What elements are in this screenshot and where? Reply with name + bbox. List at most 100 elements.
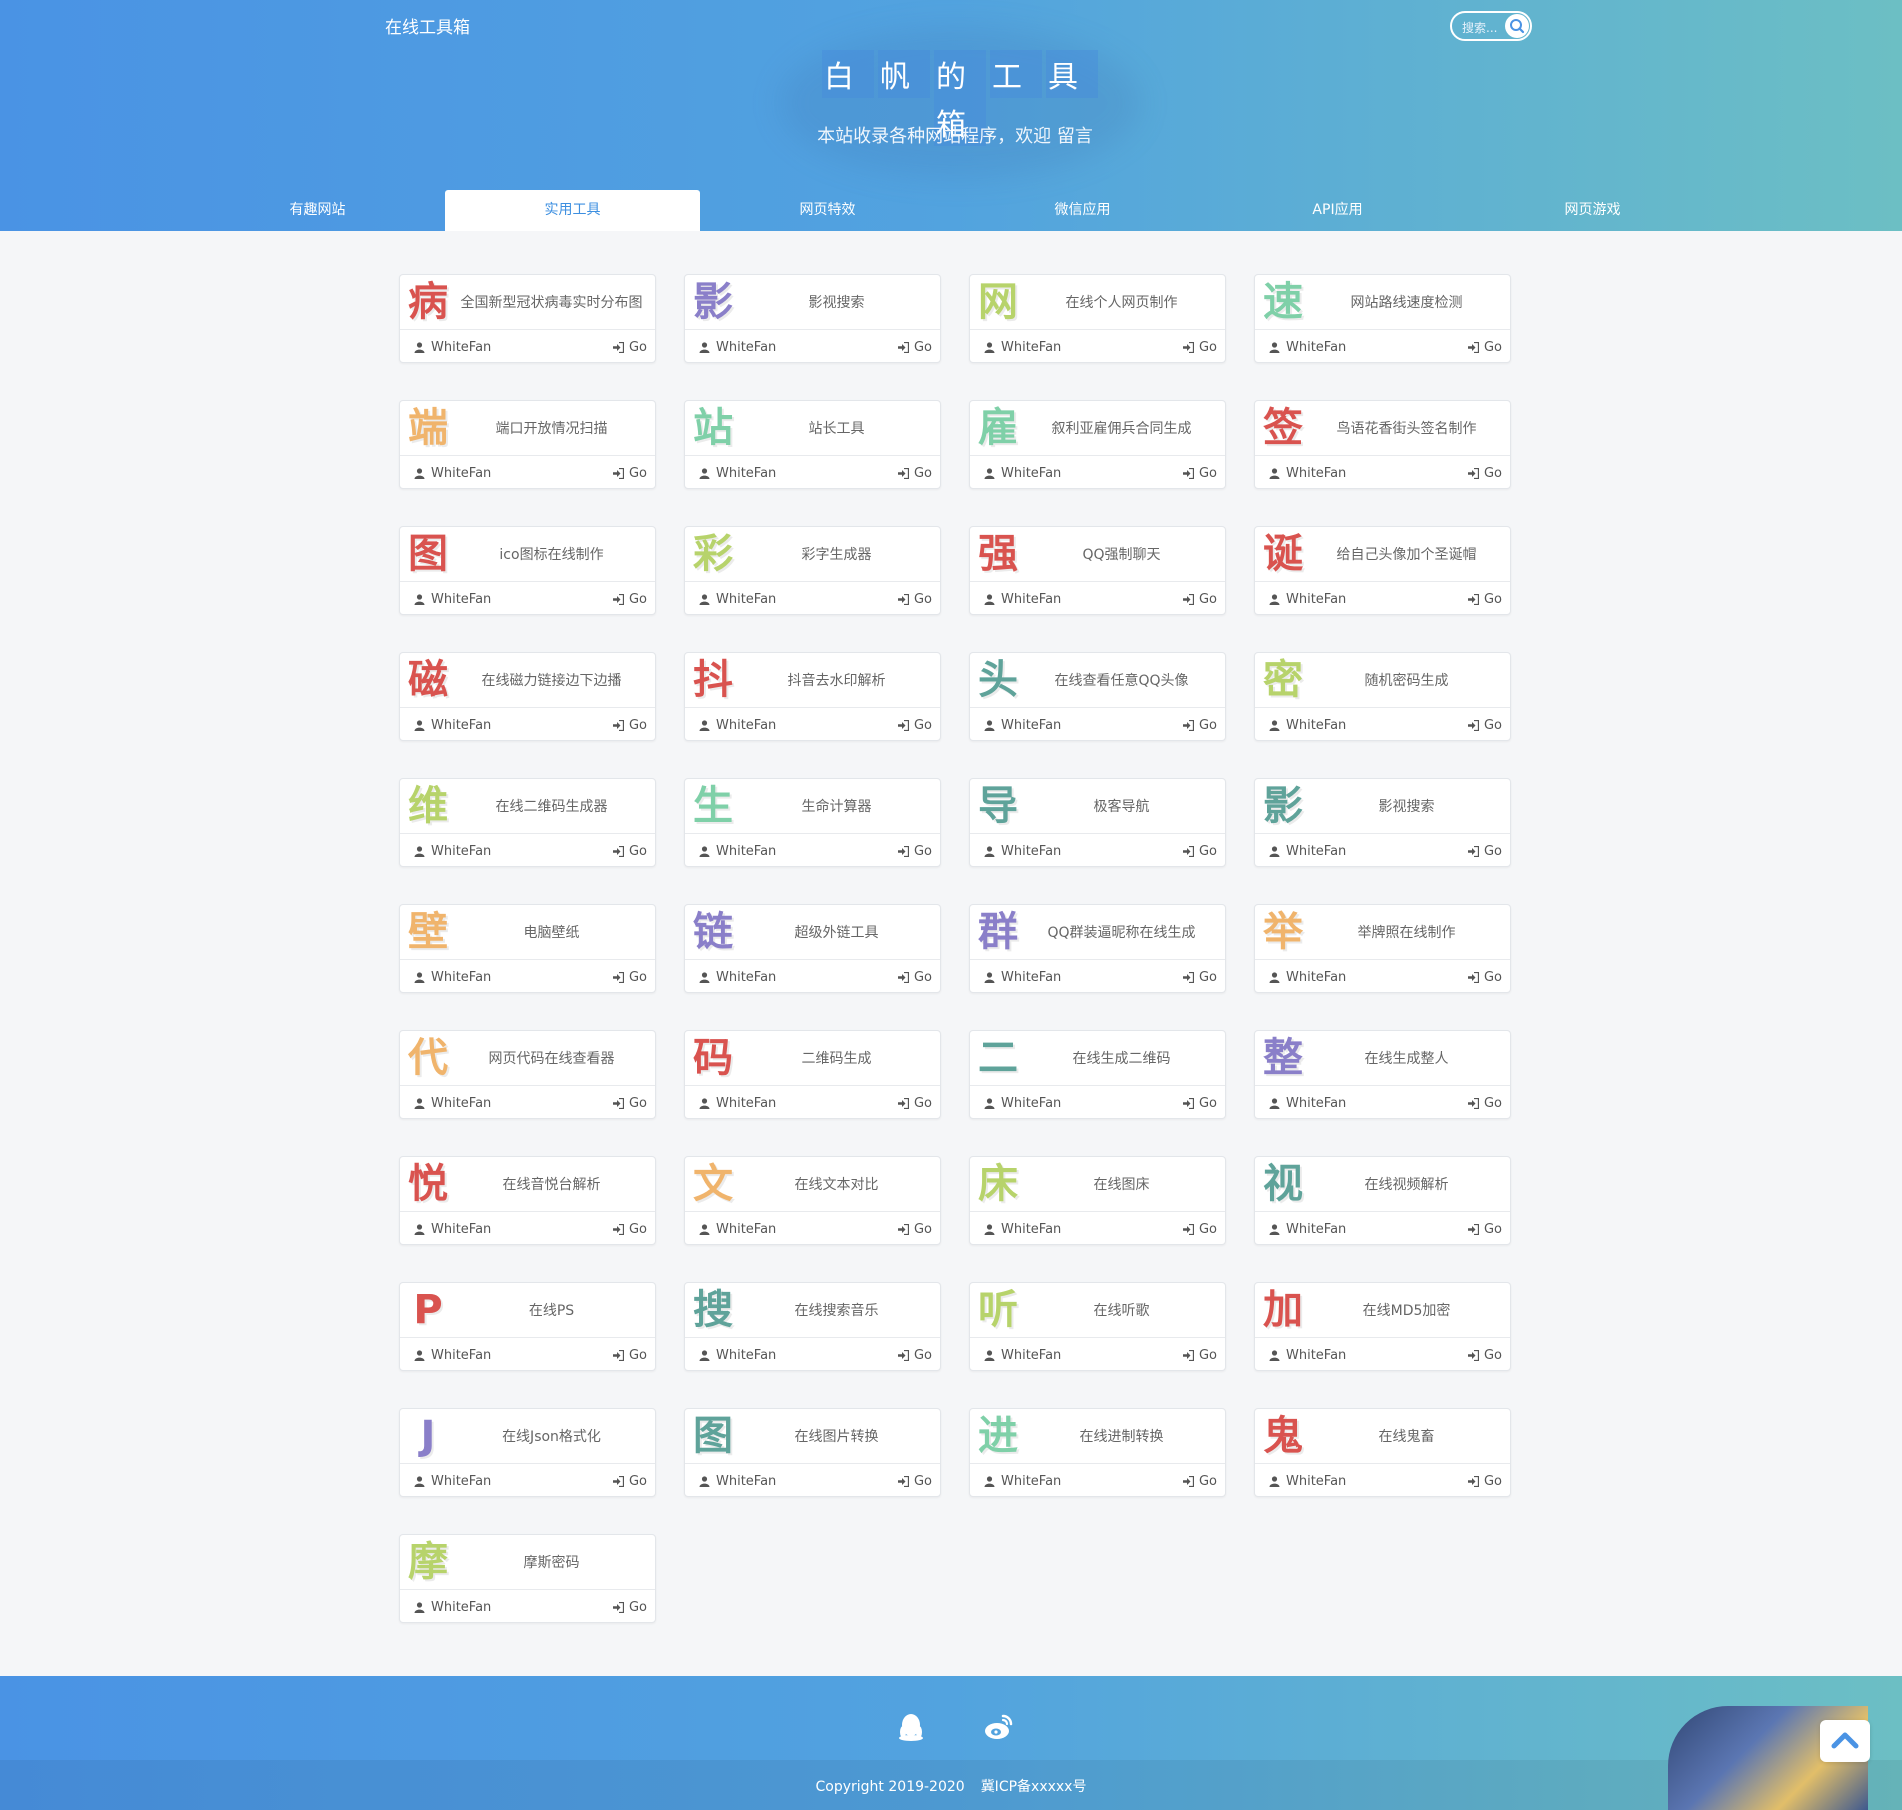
go-button[interactable]: Go bbox=[612, 970, 647, 985]
go-button[interactable]: Go bbox=[897, 466, 932, 481]
card-title[interactable]: 超级外链工具 bbox=[741, 922, 940, 942]
tool-card[interactable]: 头在线查看任意QQ头像 WhiteFan Go bbox=[969, 652, 1226, 741]
card-title[interactable]: 举牌照在线制作 bbox=[1311, 922, 1510, 942]
go-button[interactable]: Go bbox=[612, 1096, 647, 1111]
tool-card[interactable]: 签鸟语花香街头签名制作 WhiteFan Go bbox=[1254, 400, 1511, 489]
tool-card[interactable]: 整在线生成整人 WhiteFan Go bbox=[1254, 1030, 1511, 1119]
go-button[interactable]: Go bbox=[1182, 970, 1217, 985]
tool-card[interactable]: 床在线图床 WhiteFan Go bbox=[969, 1156, 1226, 1245]
tab-5[interactable]: API应用 bbox=[1210, 190, 1465, 231]
go-button[interactable]: Go bbox=[1182, 340, 1217, 355]
go-button[interactable]: Go bbox=[612, 844, 647, 859]
card-title[interactable]: QQ群装逼昵称在线生成 bbox=[1026, 922, 1225, 942]
go-button[interactable]: Go bbox=[897, 592, 932, 607]
tool-card[interactable]: 进在线进制转换 WhiteFan Go bbox=[969, 1408, 1226, 1497]
go-button[interactable]: Go bbox=[1467, 592, 1502, 607]
tool-card[interactable]: 码二维码生成 WhiteFan Go bbox=[684, 1030, 941, 1119]
card-title[interactable]: 在线视频解析 bbox=[1311, 1174, 1510, 1194]
tool-card[interactable]: 磁在线磁力链接边下边播 WhiteFan Go bbox=[399, 652, 656, 741]
tool-card[interactable]: J 在线Json格式化 WhiteFan Go bbox=[399, 1408, 656, 1497]
go-button[interactable]: Go bbox=[897, 340, 932, 355]
back-to-top-button[interactable] bbox=[1820, 1720, 1870, 1762]
card-title[interactable]: 二维码生成 bbox=[741, 1048, 940, 1068]
card-title[interactable]: 在线个人网页制作 bbox=[1026, 292, 1225, 312]
go-button[interactable]: Go bbox=[1182, 844, 1217, 859]
card-title[interactable]: 生命计算器 bbox=[741, 796, 940, 816]
tool-card[interactable]: 举举牌照在线制作 WhiteFan Go bbox=[1254, 904, 1511, 993]
tool-card[interactable]: 摩摩斯密码 WhiteFan Go bbox=[399, 1534, 656, 1623]
tool-card[interactable]: 影影视搜索 WhiteFan Go bbox=[684, 274, 941, 363]
tool-card[interactable]: 加在线MD5加密 WhiteFan Go bbox=[1254, 1282, 1511, 1371]
tab-2[interactable]: 实用工具 bbox=[445, 190, 700, 231]
go-button[interactable]: Go bbox=[612, 592, 647, 607]
card-title[interactable]: 摩斯密码 bbox=[456, 1552, 655, 1572]
go-button[interactable]: Go bbox=[1467, 466, 1502, 481]
card-title[interactable]: 鸟语花香街头签名制作 bbox=[1311, 418, 1510, 438]
tool-card[interactable]: 壁电脑壁纸 WhiteFan Go bbox=[399, 904, 656, 993]
card-title[interactable]: 随机密码生成 bbox=[1311, 670, 1510, 690]
go-button[interactable]: Go bbox=[1182, 1222, 1217, 1237]
go-button[interactable]: Go bbox=[612, 1222, 647, 1237]
card-title[interactable]: 叙利亚雇佣兵合同生成 bbox=[1026, 418, 1225, 438]
go-button[interactable]: Go bbox=[612, 1474, 647, 1489]
tool-card[interactable]: 图在线图片转换 WhiteFan Go bbox=[684, 1408, 941, 1497]
card-title[interactable]: 全国新型冠状病毒实时分布图 bbox=[456, 292, 655, 312]
tool-card[interactable]: P 在线PS WhiteFan Go bbox=[399, 1282, 656, 1371]
tool-card[interactable]: 链超级外链工具 WhiteFan Go bbox=[684, 904, 941, 993]
card-title[interactable]: 影视搜索 bbox=[1311, 796, 1510, 816]
tab-3[interactable]: 网页特效 bbox=[700, 190, 955, 231]
go-button[interactable]: Go bbox=[612, 466, 647, 481]
tool-card[interactable]: 病全国新型冠状病毒实时分布图 WhiteFan Go bbox=[399, 274, 656, 363]
tab-1[interactable]: 有趣网站 bbox=[190, 190, 445, 231]
go-button[interactable]: Go bbox=[1182, 1096, 1217, 1111]
card-title[interactable]: 在线PS bbox=[456, 1300, 655, 1320]
card-title[interactable]: 在线生成二维码 bbox=[1026, 1048, 1225, 1068]
tool-card[interactable]: 网在线个人网页制作 WhiteFan Go bbox=[969, 274, 1226, 363]
go-button[interactable]: Go bbox=[1467, 1096, 1502, 1111]
card-title[interactable]: 在线听歌 bbox=[1026, 1300, 1225, 1320]
card-title[interactable]: 端口开放情况扫描 bbox=[456, 418, 655, 438]
icp-link[interactable]: 冀ICP备xxxxx号 bbox=[981, 1779, 1087, 1795]
card-title[interactable]: 在线二维码生成器 bbox=[456, 796, 655, 816]
go-button[interactable]: Go bbox=[612, 1348, 647, 1363]
card-title[interactable]: 彩字生成器 bbox=[741, 544, 940, 564]
card-title[interactable]: 电脑壁纸 bbox=[456, 922, 655, 942]
card-title[interactable]: 在线Json格式化 bbox=[456, 1426, 655, 1446]
tool-card[interactable]: 速网站路线速度检测 WhiteFan Go bbox=[1254, 274, 1511, 363]
go-button[interactable]: Go bbox=[1467, 970, 1502, 985]
card-title[interactable]: 在线查看任意QQ头像 bbox=[1026, 670, 1225, 690]
tool-card[interactable]: 生生命计算器 WhiteFan Go bbox=[684, 778, 941, 867]
go-button[interactable]: Go bbox=[897, 970, 932, 985]
tab-4[interactable]: 微信应用 bbox=[955, 190, 1210, 231]
card-title[interactable]: 抖音去水印解析 bbox=[741, 670, 940, 690]
tool-card[interactable]: 导极客导航 WhiteFan Go bbox=[969, 778, 1226, 867]
go-button[interactable]: Go bbox=[1182, 466, 1217, 481]
go-button[interactable]: Go bbox=[612, 718, 647, 733]
go-button[interactable]: Go bbox=[897, 844, 932, 859]
tool-card[interactable]: 群 QQ群装逼昵称在线生成 WhiteFan Go bbox=[969, 904, 1226, 993]
go-button[interactable]: Go bbox=[1182, 718, 1217, 733]
tool-card[interactable]: 代网页代码在线查看器 WhiteFan Go bbox=[399, 1030, 656, 1119]
tool-card[interactable]: 诞给自己头像加个圣诞帽 WhiteFan Go bbox=[1254, 526, 1511, 615]
card-title[interactable]: 在线搜索音乐 bbox=[741, 1300, 940, 1320]
card-title[interactable]: 在线文本对比 bbox=[741, 1174, 940, 1194]
card-title[interactable]: 站长工具 bbox=[741, 418, 940, 438]
card-title[interactable]: 在线图片转换 bbox=[741, 1426, 940, 1446]
weibo-link[interactable] bbox=[982, 1710, 1016, 1744]
site-name[interactable]: 在线工具箱 bbox=[385, 13, 470, 38]
tool-card[interactable]: 彩彩字生成器 WhiteFan Go bbox=[684, 526, 941, 615]
card-title[interactable]: 在线鬼畜 bbox=[1311, 1426, 1510, 1446]
card-title[interactable]: 在线图床 bbox=[1026, 1174, 1225, 1194]
tool-card[interactable]: 二在线生成二维码 WhiteFan Go bbox=[969, 1030, 1226, 1119]
go-button[interactable]: Go bbox=[1467, 1348, 1502, 1363]
go-button[interactable]: Go bbox=[1467, 340, 1502, 355]
go-button[interactable]: Go bbox=[897, 1222, 932, 1237]
go-button[interactable]: Go bbox=[1467, 1474, 1502, 1489]
go-button[interactable]: Go bbox=[897, 1096, 932, 1111]
go-button[interactable]: Go bbox=[1467, 844, 1502, 859]
go-button[interactable]: Go bbox=[897, 1348, 932, 1363]
card-title[interactable]: 在线磁力链接边下边播 bbox=[456, 670, 655, 690]
tool-card[interactable]: 图 ico图标在线制作 WhiteFan Go bbox=[399, 526, 656, 615]
card-title[interactable]: 在线MD5加密 bbox=[1311, 1300, 1510, 1320]
search-input[interactable]: 搜索... bbox=[1462, 19, 1497, 36]
